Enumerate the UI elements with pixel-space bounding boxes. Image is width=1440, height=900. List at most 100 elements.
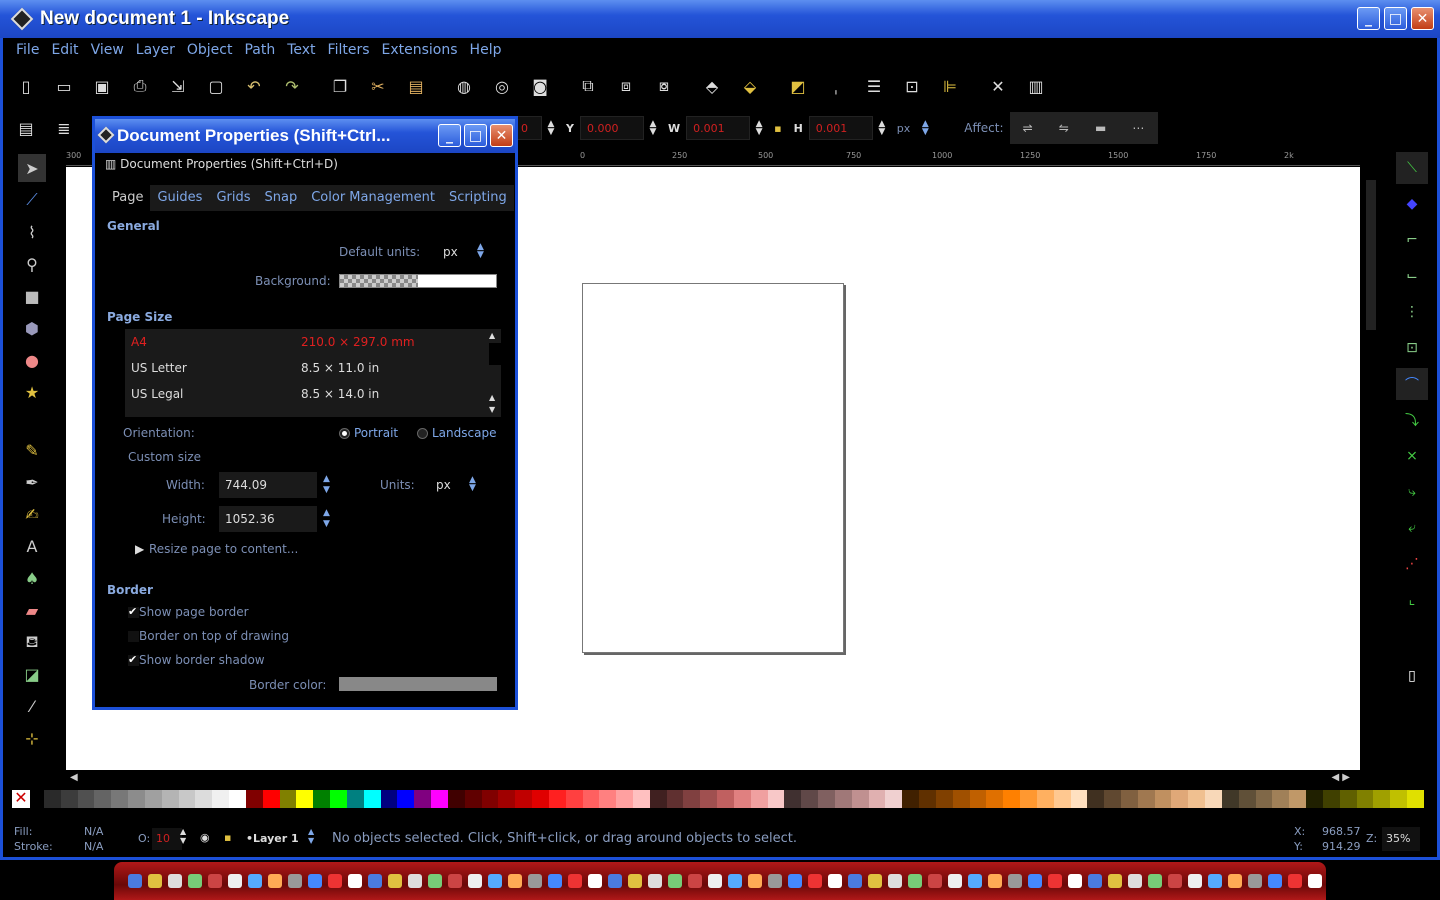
color-swatch[interactable] xyxy=(1154,790,1172,808)
new-document-icon[interactable]: ▯ xyxy=(14,74,38,98)
dock-app-icon[interactable] xyxy=(508,874,522,888)
pencil-tool-icon[interactable]: ✎ xyxy=(18,436,46,464)
show-border-shadow-label[interactable]: Show border shadow xyxy=(139,653,265,667)
color-swatch[interactable] xyxy=(498,790,516,808)
zoom-selection-icon[interactable]: ◍ xyxy=(452,74,476,98)
color-swatch[interactable] xyxy=(1070,790,1088,808)
eraser-tool-icon[interactable]: ▰ xyxy=(18,596,46,624)
dock-app-icon[interactable] xyxy=(388,874,402,888)
snap-smooth-nodes-icon[interactable]: ⤶ xyxy=(1396,512,1428,544)
menu-view[interactable]: View xyxy=(85,42,130,58)
dock-app-icon[interactable] xyxy=(408,874,422,888)
title-bar[interactable]: New document 1 - Inkscape _ □ ✕ xyxy=(0,0,1440,38)
color-swatch[interactable] xyxy=(582,790,600,808)
menu-extensions[interactable]: Extensions xyxy=(376,42,464,58)
color-swatch[interactable] xyxy=(1104,790,1121,808)
color-swatch[interactable] xyxy=(515,790,533,808)
paint-bucket-tool-icon[interactable]: ⛾ xyxy=(18,628,46,656)
dock-app-icon[interactable] xyxy=(188,874,202,888)
preferences-icon[interactable]: ✕ xyxy=(986,74,1010,98)
dock-app-icon[interactable] xyxy=(1048,874,1062,888)
portrait-label[interactable]: Portrait xyxy=(354,426,398,440)
menu-object[interactable]: Object xyxy=(181,42,239,58)
color-swatch[interactable] xyxy=(834,790,852,808)
dock-app-icon[interactable] xyxy=(948,874,962,888)
x-field[interactable]: 0 xyxy=(514,116,542,140)
snap-nodes-icon[interactable]: ⌒ xyxy=(1396,368,1428,400)
lock-icon[interactable]: ▪ xyxy=(774,122,781,135)
document-properties-icon[interactable]: ▥ xyxy=(1024,74,1048,98)
color-swatch[interactable] xyxy=(1272,790,1290,808)
dock-app-icon[interactable] xyxy=(648,874,662,888)
maximize-button[interactable]: □ xyxy=(1384,7,1407,30)
color-swatch[interactable] xyxy=(94,790,112,808)
xml-editor-icon[interactable]: ⊡ xyxy=(900,74,924,98)
tweak-tool-icon[interactable]: ⌇ xyxy=(18,218,46,246)
menu-help[interactable]: Help xyxy=(464,42,508,58)
color-swatch[interactable] xyxy=(397,790,415,808)
color-swatch[interactable] xyxy=(1053,790,1071,808)
dock-app-icon[interactable] xyxy=(248,874,262,888)
page-size-scrollbar[interactable]: ▲ ▲ ▼ xyxy=(489,329,501,417)
color-swatch[interactable] xyxy=(565,790,583,808)
h-field[interactable]: 0.001 xyxy=(808,116,873,140)
snap-intersections-icon[interactable]: ⨯ xyxy=(1396,440,1428,472)
move-patterns-icon[interactable]: ⋯ xyxy=(1132,121,1144,135)
dock-app-icon[interactable] xyxy=(1228,874,1242,888)
text-font-icon[interactable]: ˌ xyxy=(824,74,848,98)
dock-app-icon[interactable] xyxy=(708,874,722,888)
color-swatch[interactable] xyxy=(212,790,230,808)
open-icon[interactable]: ▭ xyxy=(52,74,76,98)
scale-corners-icon[interactable]: ⇋ xyxy=(1059,121,1069,135)
color-swatch[interactable] xyxy=(935,790,953,808)
dock-app-icon[interactable] xyxy=(1008,874,1022,888)
dock-app-icon[interactable] xyxy=(1308,874,1322,888)
color-swatch[interactable] xyxy=(1020,790,1037,808)
dock-app-icon[interactable] xyxy=(1188,874,1202,888)
zoom-page-icon[interactable]: ◙ xyxy=(528,74,552,98)
horizontal-scrollbar[interactable]: ◀ ◀ ▶ xyxy=(66,772,1360,786)
menu-path[interactable]: Path xyxy=(238,42,281,58)
export-icon[interactable]: ▢ xyxy=(204,74,228,98)
color-swatch[interactable] xyxy=(380,790,398,808)
print-icon[interactable]: ⎙ xyxy=(128,74,152,98)
cut-icon[interactable]: ✂ xyxy=(366,74,390,98)
expander-arrow-icon[interactable]: ▶ xyxy=(135,542,144,556)
default-units-chevron-icon[interactable]: ▲ ▼ xyxy=(477,243,484,260)
color-swatch[interactable] xyxy=(1373,790,1391,808)
tab-snap[interactable]: Snap xyxy=(258,185,305,211)
dock-app-icon[interactable] xyxy=(1128,874,1142,888)
color-swatch[interactable] xyxy=(1306,790,1323,808)
color-swatch[interactable] xyxy=(801,790,819,808)
list-item[interactable]: A4 210.0 × 297.0 mm xyxy=(125,329,487,355)
portrait-radio[interactable] xyxy=(339,428,350,439)
vertical-scrollbar[interactable] xyxy=(1364,160,1378,780)
undo-icon[interactable]: ↶ xyxy=(242,74,266,98)
color-swatch[interactable] xyxy=(44,790,61,808)
color-swatch[interactable] xyxy=(532,790,549,808)
dock-app-icon[interactable] xyxy=(448,874,462,888)
color-swatch[interactable] xyxy=(649,790,667,808)
color-swatch[interactable] xyxy=(818,790,835,808)
y-field[interactable]: 0.000 xyxy=(579,116,644,140)
duplicate-icon[interactable]: ⧉ xyxy=(576,74,600,98)
color-swatch[interactable] xyxy=(969,790,987,808)
border-on-top-label[interactable]: Border on top of drawing xyxy=(139,629,289,643)
dock-app-icon[interactable] xyxy=(1068,874,1082,888)
page-icon[interactable]: ▤ xyxy=(14,116,38,140)
border-on-top-checkbox[interactable] xyxy=(128,631,139,642)
dock-app-icon[interactable] xyxy=(268,874,282,888)
color-swatch[interactable] xyxy=(313,790,331,808)
color-swatch[interactable] xyxy=(616,790,633,808)
opacity-spinner[interactable]: ▲ ▼ xyxy=(180,827,186,845)
menu-layer[interactable]: Layer xyxy=(130,42,181,58)
text-tool-icon[interactable]: A xyxy=(18,532,46,560)
snap-centers-icon[interactable]: ⌞ xyxy=(1396,584,1428,616)
color-swatch[interactable] xyxy=(161,790,179,808)
import-icon[interactable]: ⇲ xyxy=(166,74,190,98)
color-swatch[interactable] xyxy=(431,790,448,808)
color-swatch[interactable] xyxy=(683,790,701,808)
color-swatch[interactable] xyxy=(767,790,785,808)
dropper-tool-icon[interactable]: ⁄ xyxy=(18,692,46,720)
color-swatch[interactable] xyxy=(632,790,650,808)
